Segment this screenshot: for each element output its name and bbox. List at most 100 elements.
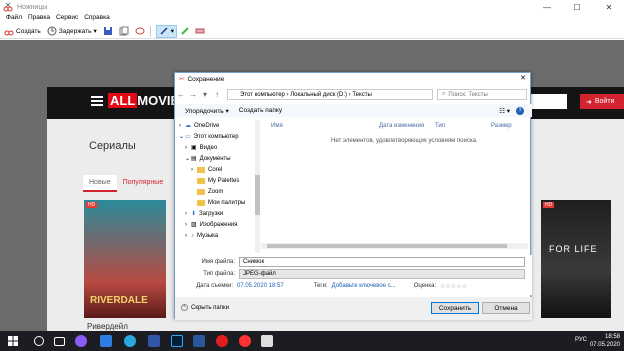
forward-arrow-icon[interactable]: →	[187, 90, 199, 99]
opera-icon[interactable]	[216, 335, 228, 347]
filter-popular: Популярные	[122, 179, 164, 186]
file-explorer-icon[interactable]	[100, 335, 112, 347]
delay-button[interactable]: Задержать ▾	[45, 25, 99, 38]
cancel-button[interactable]: Отмена	[482, 302, 530, 314]
taskbar: РУС 18:58 07.05.2020	[0, 331, 624, 351]
copy-icon[interactable]	[119, 26, 129, 36]
help-icon[interactable]: ?	[516, 106, 524, 115]
scissors-icon	[4, 30, 14, 36]
yandex-browser-icon[interactable]	[239, 335, 251, 347]
section-title: Сериалы	[89, 140, 136, 152]
dialog-footer: ⌃ Скрыть папки Сохранить Отмена	[175, 297, 532, 320]
filter-new: Новые	[83, 175, 117, 192]
rating-stars[interactable]: ☆☆☆☆☆	[440, 283, 467, 290]
pen-button[interactable]: ▾	[155, 24, 177, 38]
tree-item-video[interactable]: › ▣ Видео	[179, 142, 257, 153]
back-arrow-icon[interactable]: ←	[175, 90, 187, 99]
word-icon[interactable]	[193, 335, 205, 347]
folder-icon	[197, 188, 205, 195]
menu-file[interactable]: Файл	[6, 14, 22, 24]
folder-icon	[197, 166, 205, 173]
col-date[interactable]: Дата изменения	[379, 123, 435, 129]
chevron-down-icon: ▾	[170, 28, 174, 35]
telegram-icon[interactable]	[124, 335, 136, 347]
snipping-tool-taskbar-icon[interactable]	[261, 335, 273, 347]
organize-button[interactable]: Упорядочить ▾	[185, 107, 229, 115]
tree-scrollbar[interactable]	[255, 120, 260, 253]
search-placeholder: Поиск: Тексты	[448, 91, 488, 98]
close-button[interactable]: ✕	[598, 0, 620, 14]
filetype-label: Тип файла:	[203, 271, 235, 277]
file-list-hscrollbar[interactable]	[261, 243, 528, 249]
login-icon: ➜	[586, 98, 592, 106]
save-form: Имя файла: Снимок Тип файла: JPEG-файл Д…	[175, 255, 532, 295]
alice-app-icon[interactable]	[75, 335, 87, 347]
create-label: Создать	[16, 27, 41, 35]
video-folder-icon: ▣	[191, 145, 197, 151]
photoshop-icon[interactable]	[171, 335, 183, 347]
hamburger-icon	[91, 96, 103, 106]
tree-item-zoom[interactable]: Zoom	[179, 186, 257, 197]
tree-item-this-pc[interactable]: ⌄ ▭ Этот компьютер	[179, 131, 257, 142]
poster-title: RIVERDALE	[90, 295, 148, 306]
view-icon[interactable]: ☷ ▾	[499, 107, 510, 115]
command-bar: Упорядочить ▾ Создать папку ☷ ▾ ?	[175, 104, 532, 117]
language-indicator[interactable]: РУС	[575, 337, 587, 343]
clock-time: 18:58	[604, 334, 620, 340]
clock[interactable]: 18:58 07.05.2020	[590, 333, 620, 349]
send-icon[interactable]	[135, 26, 145, 36]
poster-caption: Ривердейл	[87, 322, 128, 331]
menu-service[interactable]: Сервис	[56, 14, 78, 24]
minimize-button[interactable]: —	[536, 0, 558, 14]
dialog-close-button[interactable]: ✕	[520, 74, 526, 82]
date-value[interactable]: 07.05.2020 18:57	[237, 283, 284, 290]
address-bar[interactable]: Этот компьютер › Локальный диск (D:) › Т…	[227, 89, 433, 100]
empty-message: Нет элементов, удовлетворяющих условиям …	[331, 138, 478, 144]
up-arrow-icon[interactable]: ↑	[211, 90, 223, 99]
tree-item-my-palettes[interactable]: My Palettes	[179, 175, 257, 186]
task-view-icon[interactable]	[54, 337, 65, 346]
hd-badge: HD	[86, 202, 98, 208]
col-name[interactable]: Имя	[261, 123, 379, 129]
clock-date: 07.05.2020	[589, 342, 620, 348]
dialog-search-input[interactable]: ⌕ Поиск: Тексты	[437, 89, 527, 100]
save-icon[interactable]	[103, 26, 113, 36]
eraser-icon[interactable]	[195, 26, 205, 36]
hide-folders-button[interactable]: ⌃ Скрыть папки	[181, 304, 229, 311]
tree-item-images[interactable]: › ▨ Изображения	[179, 219, 257, 230]
recent-chevron-icon[interactable]: ▾	[199, 90, 211, 99]
highlighter-icon[interactable]	[180, 26, 190, 36]
save-button[interactable]: Сохранить	[431, 302, 479, 314]
create-button[interactable]: Создать	[2, 25, 43, 38]
tree-item-onedrive[interactable]: › ☁ OneDrive	[179, 120, 257, 131]
site-search-input	[527, 94, 567, 109]
tree-item-documents[interactable]: ⌄ ▤ Документы	[179, 153, 257, 164]
menu-help[interactable]: Справка	[84, 14, 110, 24]
filter-tabs: Новые Популярные	[83, 175, 169, 192]
new-folder-button[interactable]: Создать папку	[239, 107, 282, 114]
filename-input[interactable]: Снимок	[239, 257, 525, 267]
tree-item-music[interactable]: › ♪ Музыка	[179, 230, 257, 241]
address-this-pc[interactable]: Этот компьютер	[240, 92, 285, 98]
filename-row: Имя файла: Снимок	[175, 257, 525, 267]
app-icon[interactable]	[148, 335, 160, 347]
maximize-button[interactable]: ☐	[566, 0, 588, 14]
windows-start-icon[interactable]	[8, 336, 18, 346]
search-icon[interactable]	[34, 336, 44, 346]
address-drive[interactable]: Локальный диск (D:)	[290, 92, 347, 98]
tree-item-downloads[interactable]: › ⬇ Загрузки	[179, 208, 257, 219]
music-icon: ♪	[191, 232, 194, 239]
tags-input[interactable]: Добавьте ключевое с...	[332, 283, 396, 290]
chevron-down-icon: ▾	[93, 28, 97, 35]
folder-icon	[197, 199, 205, 206]
filetype-select[interactable]: JPEG-файл	[239, 269, 525, 279]
folder-tree: › ☁ OneDrive ⌄ ▭ Этот компьютер › ▣ Видео ⌄ ▤ До…	[179, 120, 257, 255]
tree-item-my-palettes-ru[interactable]: Мои палитры	[179, 197, 257, 208]
snip-titlebar: Ножницы — ☐ ✕	[0, 0, 624, 14]
col-size[interactable]: Размер	[491, 123, 512, 129]
menu-edit[interactable]: Правка	[28, 14, 50, 24]
search-icon: ⌕	[442, 91, 446, 97]
tree-item-corel[interactable]: › Corel	[179, 164, 257, 175]
address-folder[interactable]: Тексты	[352, 92, 371, 98]
col-type[interactable]: Тип	[435, 123, 491, 129]
